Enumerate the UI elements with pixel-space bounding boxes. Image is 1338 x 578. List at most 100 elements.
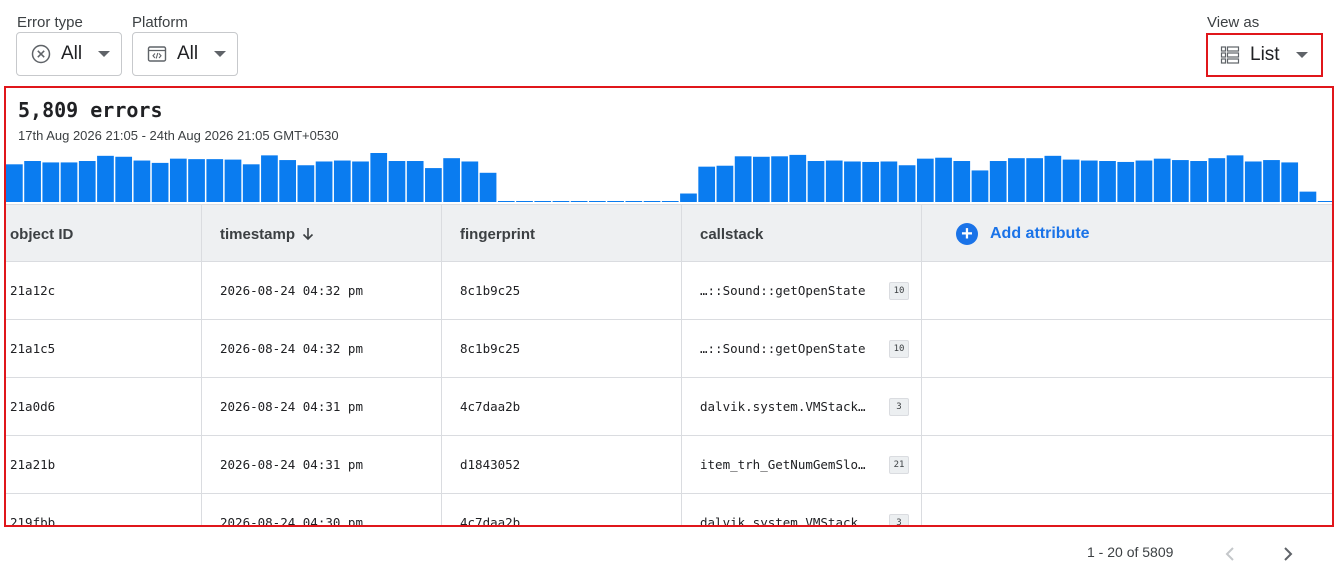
histogram-bar[interactable] xyxy=(479,172,497,202)
histogram-bar[interactable] xyxy=(971,170,989,202)
histogram-bar[interactable] xyxy=(279,160,297,202)
histogram-bar[interactable] xyxy=(78,161,96,202)
histogram-bar[interactable] xyxy=(115,156,133,202)
histogram-bar[interactable] xyxy=(24,161,41,202)
add-attribute-label: Add attribute xyxy=(990,225,1090,242)
view-as-label: View as xyxy=(1207,14,1260,31)
histogram-bar[interactable] xyxy=(1026,158,1043,202)
histogram-bar[interactable] xyxy=(1244,161,1262,202)
histogram-bar[interactable] xyxy=(425,168,442,202)
prev-page-button[interactable] xyxy=(1216,540,1244,568)
column-header-callstack[interactable]: callstack xyxy=(682,205,922,263)
histogram-bar[interactable] xyxy=(443,158,460,202)
histogram-bar[interactable] xyxy=(734,156,752,202)
histogram-bar[interactable] xyxy=(1299,191,1317,202)
object-id-cell: 21a12c xyxy=(6,262,202,319)
histogram-bar[interactable] xyxy=(1062,159,1080,202)
histogram-bar[interactable] xyxy=(916,158,934,202)
histogram-bar[interactable] xyxy=(1117,161,1135,202)
histogram-bar[interactable] xyxy=(534,201,552,202)
histogram-bar[interactable] xyxy=(844,161,861,202)
table-row[interactable]: 219fbb 2026-08-24 04:30 pm 4c7daa2b dalvik.… xyxy=(6,494,1332,527)
histogram-bar[interactable] xyxy=(643,201,661,202)
add-attribute-button[interactable]: + Add attribute xyxy=(956,205,1090,263)
histogram-bar[interactable] xyxy=(1208,158,1226,202)
histogram-bar[interactable] xyxy=(898,165,916,202)
histogram-bar[interactable] xyxy=(661,201,679,202)
histogram-bar[interactable] xyxy=(1135,160,1153,202)
histogram-bar[interactable] xyxy=(352,161,369,202)
histogram-bar[interactable] xyxy=(1263,160,1280,202)
histogram-bar[interactable] xyxy=(315,161,333,202)
histogram-bar[interactable] xyxy=(771,156,788,202)
list-icon xyxy=(1220,45,1240,65)
histogram-bar[interactable] xyxy=(461,161,479,202)
timestamp-cell: 2026-08-24 04:32 pm xyxy=(202,320,442,377)
column-header-object-id[interactable]: object ID xyxy=(6,205,202,263)
histogram-bar[interactable] xyxy=(953,161,971,202)
histogram-bar[interactable] xyxy=(333,160,351,202)
histogram-bar[interactable] xyxy=(698,166,716,202)
frame-count-badge: 21 xyxy=(889,455,909,474)
histogram-bar[interactable] xyxy=(589,201,606,202)
column-header-timestamp[interactable]: timestamp xyxy=(202,205,442,263)
histogram-bar[interactable] xyxy=(807,161,825,202)
histogram-bar[interactable] xyxy=(188,159,205,202)
histogram-bar[interactable] xyxy=(862,161,880,202)
histogram-bar[interactable] xyxy=(169,158,187,202)
next-page-button[interactable] xyxy=(1274,540,1302,568)
platform-dropdown[interactable]: All xyxy=(132,32,238,76)
histogram-bar[interactable] xyxy=(570,201,588,202)
error-type-dropdown[interactable]: All xyxy=(16,32,122,76)
histogram-bar[interactable] xyxy=(261,155,278,202)
histogram-bar[interactable] xyxy=(1317,201,1334,202)
column-header-fingerprint[interactable]: fingerprint xyxy=(442,205,682,263)
histogram-bar[interactable] xyxy=(60,162,78,202)
histogram-bar[interactable] xyxy=(680,193,697,202)
histogram-bar[interactable] xyxy=(388,161,406,202)
histogram-bar[interactable] xyxy=(151,162,169,202)
table-row[interactable]: 21a1c5 2026-08-24 04:32 pm 8c1b9c25 …::Soun… xyxy=(6,320,1332,378)
histogram-bar[interactable] xyxy=(789,154,807,202)
histogram-bar[interactable] xyxy=(1190,161,1207,202)
histogram-bar[interactable] xyxy=(206,159,224,202)
table-row[interactable]: 21a0d6 2026-08-24 04:31 pm 4c7daa2b dalvik.… xyxy=(6,378,1332,436)
histogram-bar[interactable] xyxy=(625,201,643,202)
timestamp-cell-text: 2026-08-24 04:32 pm xyxy=(220,341,363,356)
view-as-dropdown[interactable]: List xyxy=(1210,36,1320,74)
histogram-bar[interactable] xyxy=(406,161,424,202)
histogram-bar[interactable] xyxy=(42,162,60,202)
histogram-bar[interactable] xyxy=(607,201,624,202)
histogram-bar[interactable] xyxy=(1226,155,1244,202)
histogram-bar[interactable] xyxy=(552,201,570,202)
fingerprint-cell-text: 4c7daa2b xyxy=(460,399,521,414)
histogram-bar[interactable] xyxy=(6,164,23,202)
histogram-bar[interactable] xyxy=(752,156,770,202)
histogram-bar[interactable] xyxy=(297,165,315,202)
histogram-bar[interactable] xyxy=(825,160,843,202)
histogram-bar[interactable] xyxy=(1099,161,1116,202)
histogram-bar[interactable] xyxy=(370,153,388,202)
histogram-bar[interactable] xyxy=(989,161,1007,202)
histogram-bar[interactable] xyxy=(224,159,242,202)
histogram-bar[interactable] xyxy=(497,201,515,202)
histogram-bar[interactable] xyxy=(242,164,260,202)
object-id-cell-text: 21a12c xyxy=(10,283,56,298)
histogram-bar[interactable] xyxy=(880,161,898,202)
fingerprint-cell-text: 4c7daa2b xyxy=(460,515,521,527)
histogram-bar[interactable] xyxy=(716,165,734,202)
histogram-bar[interactable] xyxy=(1008,158,1025,202)
histogram-bar[interactable] xyxy=(1080,160,1098,202)
arrow-down-icon[interactable] xyxy=(295,227,315,241)
histogram-bar[interactable] xyxy=(935,157,952,202)
histogram-bar[interactable] xyxy=(133,160,151,202)
histogram-bar[interactable] xyxy=(1172,160,1189,202)
histogram-bar[interactable] xyxy=(1153,158,1171,202)
column-label: timestamp xyxy=(220,225,296,243)
histogram-bar[interactable] xyxy=(1281,162,1299,202)
table-row[interactable]: 21a21b 2026-08-24 04:31 pm d1843052 item_tr… xyxy=(6,436,1332,494)
table-row[interactable]: 21a12c 2026-08-24 04:32 pm 8c1b9c25 …::Soun… xyxy=(6,262,1332,320)
histogram-bar[interactable] xyxy=(97,155,114,202)
histogram-bar[interactable] xyxy=(1044,155,1062,202)
histogram-bar[interactable] xyxy=(516,201,533,202)
